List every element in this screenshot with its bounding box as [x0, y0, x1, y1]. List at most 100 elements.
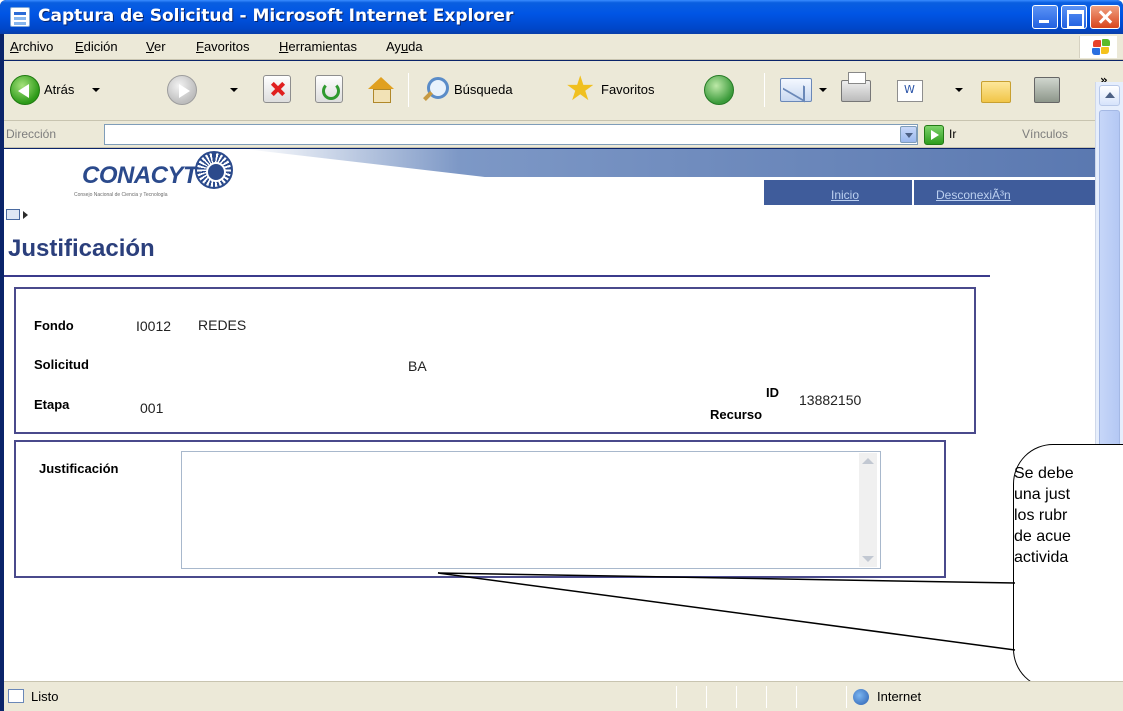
links-label[interactable]: Vínculos	[1022, 127, 1068, 141]
favorites-star-icon[interactable]	[565, 69, 595, 109]
justification-label: Justificación	[39, 461, 119, 476]
back-arrow-icon[interactable]	[10, 75, 40, 105]
title-divider	[4, 275, 990, 277]
menu-favoritos-label: avoritos	[203, 39, 250, 54]
expand-arrow-icon[interactable]	[23, 211, 28, 219]
etapa-value: 001	[140, 400, 164, 416]
menu-archivo[interactable]: Archivo	[10, 39, 53, 54]
menu-ayuda[interactable]: Ayuda	[386, 39, 423, 54]
conacyt-logo-tagline: Consejo Nacional de Ciencia y Tecnología	[74, 192, 168, 198]
scroll-down-icon[interactable]	[862, 556, 874, 562]
minimize-button[interactable]	[1032, 5, 1058, 29]
back-button-label[interactable]: Atrás	[44, 82, 74, 97]
page-status-icon	[8, 689, 24, 703]
home-icon[interactable]	[366, 75, 396, 105]
nav-link-desconexion[interactable]: DesconexiÃ³n	[936, 188, 1011, 202]
conacyt-seal-icon	[195, 151, 233, 189]
menu-ver[interactable]: Ver	[146, 39, 166, 54]
toolbar-separator	[408, 73, 409, 107]
browser-window: Captura de Solicitud - Microsoft Interne…	[0, 0, 1123, 711]
menu-edicion-label: dición	[83, 39, 118, 54]
refresh-icon[interactable]	[315, 75, 343, 103]
request-info-panel: Fondo I0012 REDES Solicitud BA Etapa 001…	[14, 287, 976, 434]
menu-favoritos-mnemonic: F	[196, 39, 204, 54]
edit-icon[interactable]	[897, 80, 923, 102]
site-header: Inicio DesconexiÃ³n CONACYT Consejo Naci…	[4, 149, 1104, 209]
address-input[interactable]	[104, 124, 918, 145]
mail-dropdown-icon[interactable]	[819, 88, 827, 92]
forward-arrow-icon[interactable]	[167, 75, 197, 105]
menu-ver-mnemonic: V	[146, 39, 154, 54]
fondo-code: I0012	[136, 318, 172, 334]
status-separator	[796, 686, 797, 708]
menu-herramientas-mnemonic: H	[279, 39, 289, 54]
stop-icon[interactable]	[263, 75, 291, 103]
id-label: ID	[766, 385, 779, 400]
search-icon[interactable]	[419, 75, 449, 105]
page-content: Inicio DesconexiÃ³n CONACYT Consejo Naci…	[4, 149, 1104, 681]
recurso-label: Recurso	[710, 407, 763, 422]
nav-link-inicio[interactable]: Inicio	[831, 188, 859, 202]
solicitud-label: Solicitud	[34, 357, 89, 372]
status-text: Listo	[31, 689, 59, 704]
address-label: Dirección	[6, 127, 57, 141]
conacyt-logo: CONACYT	[82, 162, 198, 189]
page-title: Justificación	[8, 235, 155, 262]
menu-bar: Archivo Edición Ver Favoritos Herramient…	[4, 34, 1123, 60]
mail-icon[interactable]	[780, 78, 812, 102]
internet-zone-globe-icon	[853, 689, 869, 705]
textarea-scrollbar[interactable]	[859, 453, 877, 567]
address-dropdown-icon[interactable]	[900, 126, 917, 143]
solicitud-value: BA	[408, 358, 427, 374]
header-decoration	[244, 149, 1104, 177]
favorites-button-label[interactable]: Favoritos	[601, 82, 654, 97]
print-icon[interactable]	[841, 72, 871, 102]
logo-yellow-pane	[1101, 47, 1109, 54]
menu-ayuda-prefix: Ay	[386, 39, 401, 54]
back-dropdown-icon[interactable]	[92, 88, 100, 92]
menu-archivo-label: rchivo	[18, 39, 54, 54]
menu-herramientas[interactable]: Herramientas	[279, 39, 357, 54]
menu-herramientas-label: erramientas	[288, 39, 358, 54]
address-bar: Dirección Ir Vínculos »	[4, 121, 1123, 148]
research-icon[interactable]	[1034, 77, 1060, 103]
maximize-button[interactable]	[1061, 5, 1087, 29]
security-zone-text: Internet	[877, 689, 922, 704]
nav-separator	[912, 180, 914, 205]
menu-favoritos[interactable]: Favoritos	[196, 39, 249, 54]
fondo-name: REDES	[198, 317, 247, 333]
media-icon[interactable]	[704, 75, 734, 105]
ie-page-icon	[10, 7, 30, 27]
menu-edicion-mnemonic: E	[75, 39, 84, 54]
go-arrow-icon[interactable]	[924, 125, 944, 145]
status-separator	[736, 686, 737, 708]
menu-toggle-icon[interactable]	[6, 209, 20, 220]
status-separator	[706, 686, 707, 708]
menu-ver-label: er	[153, 39, 166, 54]
scroll-up-icon[interactable]	[862, 458, 874, 464]
logo-red-pane	[1093, 40, 1101, 47]
etapa-label: Etapa	[34, 397, 70, 412]
logo-green-pane	[1102, 39, 1110, 46]
status-separator	[766, 686, 767, 708]
go-button-label[interactable]: Ir	[949, 127, 956, 141]
scroll-up-arrow-icon[interactable]	[1099, 85, 1120, 106]
menu-archivo-mnemonic: A	[10, 39, 19, 54]
fondo-label: Fondo	[34, 318, 74, 333]
annotation-callout-text: Se debe una just los rubr de acue activi…	[1014, 465, 1074, 566]
folder-icon[interactable]	[981, 81, 1011, 103]
standard-toolbar: Atrás Búsqueda Favoritos »	[4, 61, 1123, 121]
menu-edicion[interactable]: Edición	[75, 39, 118, 54]
forward-dropdown-icon[interactable]	[230, 88, 238, 92]
edit-dropdown-icon[interactable]	[955, 88, 963, 92]
window-title: Captura de Solicitud - Microsoft Interne…	[38, 6, 514, 26]
justification-textarea[interactable]	[181, 451, 881, 569]
status-bar: Listo Internet	[4, 681, 1123, 711]
site-nav-bar	[764, 180, 1100, 205]
menu-ayuda-label: da	[408, 39, 423, 54]
windows-logo-icon	[1079, 36, 1117, 58]
recurso-id-value: 13882150	[799, 392, 862, 408]
logo-blue-pane	[1092, 48, 1100, 55]
close-button[interactable]	[1090, 5, 1120, 29]
search-button-label[interactable]: Búsqueda	[454, 82, 513, 97]
